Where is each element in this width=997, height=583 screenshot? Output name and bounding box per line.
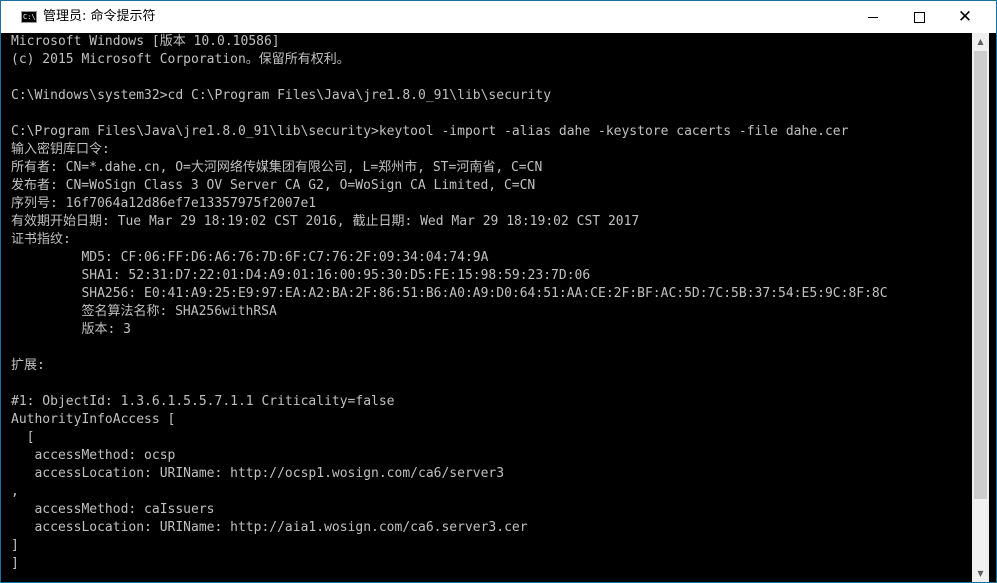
console-line: [ [11, 430, 35, 445]
minimize-icon [868, 16, 878, 18]
maximize-icon [913, 11, 925, 23]
console-line: SHA256: E0:41:A9:25:E9:97:EA:A2:BA:2F:86… [11, 286, 888, 301]
minimize-button[interactable] [850, 1, 896, 33]
console-line: , [11, 484, 19, 499]
console-line: 签名算法名称: SHA256withRSA [11, 304, 277, 319]
close-icon: ✕ [957, 6, 973, 27]
maximize-button[interactable] [896, 1, 942, 33]
command-prompt-icon[interactable]: C:\ [21, 11, 37, 23]
console-line: (c) 2015 Microsoft Corporation。保留所有权利。 [11, 52, 350, 67]
console-line: 版本: 3 [11, 322, 131, 337]
console-line: 证书指纹: [11, 232, 71, 247]
console-line: 所有者: CN=*.dahe.cn, O=大河网络传媒集团有限公司, L=郑州市… [11, 160, 543, 175]
console-line: ] [11, 556, 19, 571]
console-line: C:\Windows\system32>cd C:\Program Files\… [11, 88, 552, 103]
command-prompt-window: C:\ 管理员: 命令提示符 ✕ Microsoft Windows [版本 1… [0, 0, 997, 583]
console-line: ] [11, 538, 19, 553]
scroll-up-arrow-icon[interactable]: ▲ [972, 33, 989, 50]
app-icon-text: C:\ [23, 13, 36, 21]
console-line: accessMethod: caIssuers [11, 502, 215, 517]
scrollbar-thumb[interactable] [974, 51, 987, 499]
console-line: C:\Program Files\Java\jre1.8.0_91\lib\se… [11, 124, 849, 139]
console-line: 序列号: 16f7064a12d86ef7e13357975f2007e1 [11, 196, 317, 211]
console-line: accessMethod: ocsp [11, 448, 176, 463]
console-line: AuthorityInfoAccess [ [11, 412, 176, 427]
console-output[interactable]: Microsoft Windows [版本 10.0.10586] (c) 201… [1, 33, 971, 582]
window-title: 管理员: 命令提示符 [43, 9, 156, 24]
vertical-scrollbar[interactable]: ▲ ▼ [972, 33, 989, 582]
console-line: accessLocation: URIName: http://aia1.wos… [11, 520, 528, 535]
console-line: MD5: CF:06:FF:D6:A6:76:7D:6F:C7:76:2F:09… [11, 250, 489, 265]
close-button[interactable]: ✕ [942, 1, 988, 33]
scroll-down-arrow-icon[interactable]: ▼ [972, 565, 989, 582]
console-line: 输入密钥库口令: [11, 142, 110, 157]
title-bar[interactable]: C:\ 管理员: 命令提示符 ✕ [1, 1, 996, 33]
console-line: Microsoft Windows [版本 10.0.10586] [11, 34, 280, 49]
console-line: #1: ObjectId: 1.3.6.1.5.5.7.1.1 Critical… [11, 394, 395, 409]
console-line: 扩展: [11, 358, 45, 373]
console-line: SHA1: 52:31:D7:22:01:D4:A9:01:16:00:95:3… [11, 268, 591, 283]
console-line: accessLocation: URIName: http://ocsp1.wo… [11, 466, 505, 481]
console-line: 发布者: CN=WoSign Class 3 OV Server CA G2, … [11, 178, 536, 193]
console-line: 有效期开始日期: Tue Mar 29 18:19:02 CST 2016, 截… [11, 214, 640, 229]
